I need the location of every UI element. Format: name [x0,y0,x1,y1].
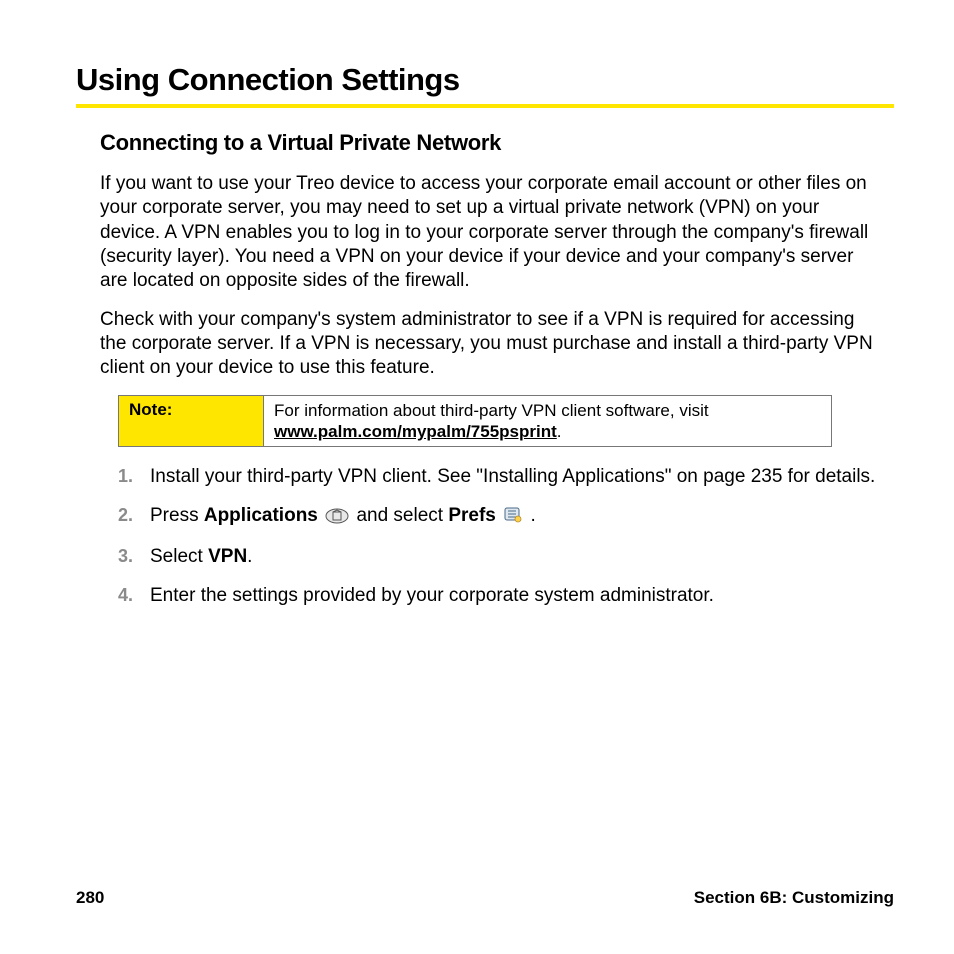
page-number: 280 [76,888,104,908]
step-3-text-c: . [247,546,252,567]
step-4: Enter the settings provided by your corp… [118,584,884,609]
step-2-text-e: . [530,505,535,526]
step-2-text-c: and select [356,505,448,526]
paragraph-2: Check with your company's system adminis… [100,308,884,381]
note-text-suffix: . [557,422,562,441]
step-1: Install your third-party VPN client. See… [118,465,884,490]
subheading: Connecting to a Virtual Private Network [100,130,884,156]
step-2-applications: Applications [204,505,318,526]
step-2-text-a: Press [150,505,204,526]
prefs-icon [503,506,523,532]
step-3: Select VPN. [118,545,884,570]
page-title: Using Connection Settings [76,62,894,98]
note-text-prefix: For information about third-party VPN cl… [274,401,709,420]
note-box: Note: For information about third-party … [118,395,832,448]
step-2-prefs: Prefs [448,505,496,526]
section-label: Section 6B: Customizing [694,888,894,908]
note-label: Note: [119,396,264,447]
step-3-vpn: VPN [208,546,247,567]
note-body: For information about third-party VPN cl… [264,396,831,447]
steps-list: Install your third-party VPN client. See… [100,465,884,609]
step-2: Press Applications and select Prefs [118,504,884,532]
title-underline [76,104,894,108]
step-3-text-a: Select [150,546,208,567]
page-footer: 280 Section 6B: Customizing [76,888,894,908]
applications-icon [325,507,349,532]
manual-page: Using Connection Settings Connecting to … [0,0,954,954]
content-block: Connecting to a Virtual Private Network … [76,130,894,609]
note-link[interactable]: www.palm.com/mypalm/755psprint [274,422,557,441]
paragraph-1: If you want to use your Treo device to a… [100,172,884,294]
